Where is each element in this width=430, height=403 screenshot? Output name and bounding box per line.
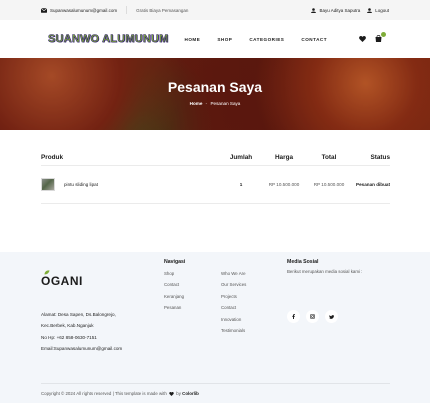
topbar-user[interactable]: Bayu Aditya Saputra <box>311 8 360 13</box>
cart-button[interactable] <box>375 31 386 44</box>
footer-link-contact-2[interactable]: Contact <box>221 302 246 313</box>
footer-address-line1: Alamat: Desa Sapen, Ds.Balongrejo, <box>41 312 116 317</box>
instagram-button[interactable] <box>306 310 319 323</box>
site-logo[interactable]: SUANWO ALUMUNUM <box>48 33 169 46</box>
site-footer: OGANI Alamat: Desa Sapen, Ds.Balongrejo,… <box>0 252 430 403</box>
top-bar: Supanwasalumunum@gmail.com Gratis Biaya … <box>0 0 430 20</box>
site-header: SUANWO ALUMUNUM HOME SHOP CATEGORIES CON… <box>0 20 430 58</box>
breadcrumb-separator: - <box>205 101 208 106</box>
footer-social-title: Media Sosial <box>287 259 319 265</box>
logout-label: Logout <box>375 7 389 13</box>
table-header: Produk Jumlah Harga Total Status <box>41 150 390 166</box>
heart-icon[interactable] <box>359 36 366 42</box>
footer-nav-title: Navigasi <box>164 259 186 265</box>
footer-link-innovation[interactable]: Innovation <box>221 314 246 325</box>
twitter-button[interactable] <box>325 310 338 323</box>
cart-badge <box>381 31 386 37</box>
nav-home[interactable]: HOME <box>185 37 201 42</box>
topbar-email-text: Supanwasalumunum@gmail.com <box>50 7 118 13</box>
footer-logo[interactable]: OGANI <box>41 270 83 288</box>
footer-link-shop[interactable]: Shop <box>164 268 184 279</box>
nav-shop[interactable]: SHOP <box>217 37 232 42</box>
product-thumbnail[interactable] <box>41 178 55 191</box>
product-cell: pintu sliding lipat <box>41 178 221 191</box>
page-banner: Pesanan Saya Home - Pesanan Saya <box>0 58 430 130</box>
heart-icon <box>169 391 174 396</box>
topbar-shipping-text: Gratis Biaya Pemasangan <box>136 7 189 13</box>
topbar-shipping: Gratis Biaya Pemasangan <box>136 8 188 13</box>
copyright-text: Copyright © 2024 All rights reserved | T… <box>41 391 167 396</box>
footer-link-testimonials[interactable]: Testimonials <box>221 325 246 336</box>
topbar-email[interactable]: Supanwasalumunum@gmail.com <box>41 8 117 13</box>
footer-link-services[interactable]: Our Services <box>221 279 246 290</box>
footer-divider <box>41 383 390 384</box>
price-cell: RP 10.500.000 <box>268 182 300 187</box>
orders-table: Produk Jumlah Harga Total Status pintu s… <box>41 150 390 204</box>
footer-link-projects[interactable]: Projects <box>221 291 246 302</box>
footer-phone: No Hp: +62 858-0630-7151 <box>41 334 97 340</box>
social-links <box>287 310 338 323</box>
colorlib-link[interactable]: Colorlib <box>182 391 199 396</box>
envelope-icon <box>41 7 47 13</box>
twitter-icon <box>329 314 334 319</box>
footer-nav-col2: Who We Are Our Services Projects Contact… <box>221 268 246 336</box>
user-icon <box>367 7 373 13</box>
main-nav: HOME SHOP CATEGORIES CONTACT <box>185 37 327 42</box>
footer-email: Email:Supanwasalumunum@gmail.com <box>41 346 123 352</box>
nav-categories[interactable]: CATEGORIES <box>249 37 284 42</box>
logout-link[interactable]: Logout <box>367 8 389 13</box>
breadcrumb: Home - Pesanan Saya <box>0 101 430 106</box>
footer-link-contact[interactable]: Contact <box>164 279 184 290</box>
footer-logo-text: OGANI <box>41 274 83 288</box>
facebook-icon <box>292 314 295 319</box>
header-price: Harga <box>274 154 294 161</box>
footer-contact-info: Alamat: Desa Sapen, Ds.Balongrejo, Kec.B… <box>41 309 122 355</box>
header-qty: Jumlah <box>229 154 253 161</box>
leaf-icon <box>44 270 50 275</box>
instagram-icon <box>310 314 315 319</box>
product-name[interactable]: pintu sliding lipat <box>64 182 98 187</box>
header-total: Total <box>321 154 337 161</box>
nav-contact[interactable]: CONTACT <box>301 37 327 42</box>
footer-address-line2: Kec.Berbek, Kab.Nganjuk <box>41 323 94 329</box>
page-title: Pesanan Saya <box>167 79 263 95</box>
topbar-separator <box>126 6 128 14</box>
footer-link-cart[interactable]: Keranjang <box>164 291 184 302</box>
status-cell: Pesanan dibuat <box>356 182 390 187</box>
copyright-by: by <box>176 391 181 396</box>
facebook-button[interactable] <box>287 310 300 323</box>
topbar-user-name: Bayu Aditya Saputra <box>319 7 361 13</box>
table-row: pintu sliding lipat 1 RP 10.500.000 RP 1… <box>41 166 390 204</box>
footer-nav-col1: Shop Contact Keranjang Pesanan <box>164 268 184 314</box>
breadcrumb-home[interactable]: Home <box>190 101 203 106</box>
footer-social-text: Berikut merupakan media sosial kami : <box>287 269 363 274</box>
header-status: Status <box>370 154 390 161</box>
top-bar-right: Bayu Aditya Saputra Logout <box>311 8 389 13</box>
footer-link-orders[interactable]: Pesanan <box>164 302 184 313</box>
top-bar-left: Supanwasalumunum@gmail.com Gratis Biaya … <box>41 6 188 14</box>
total-cell: RP 10.500.000 <box>313 182 345 187</box>
header-product: Produk <box>41 154 64 161</box>
qty-cell: 1 <box>239 182 243 187</box>
footer-link-who-we-are[interactable]: Who We Are <box>221 268 246 279</box>
user-icon <box>311 7 317 13</box>
breadcrumb-current: Pesanan Saya <box>210 101 241 106</box>
copyright: Copyright © 2024 All rights reserved | T… <box>41 391 199 396</box>
header-icons <box>359 31 386 44</box>
